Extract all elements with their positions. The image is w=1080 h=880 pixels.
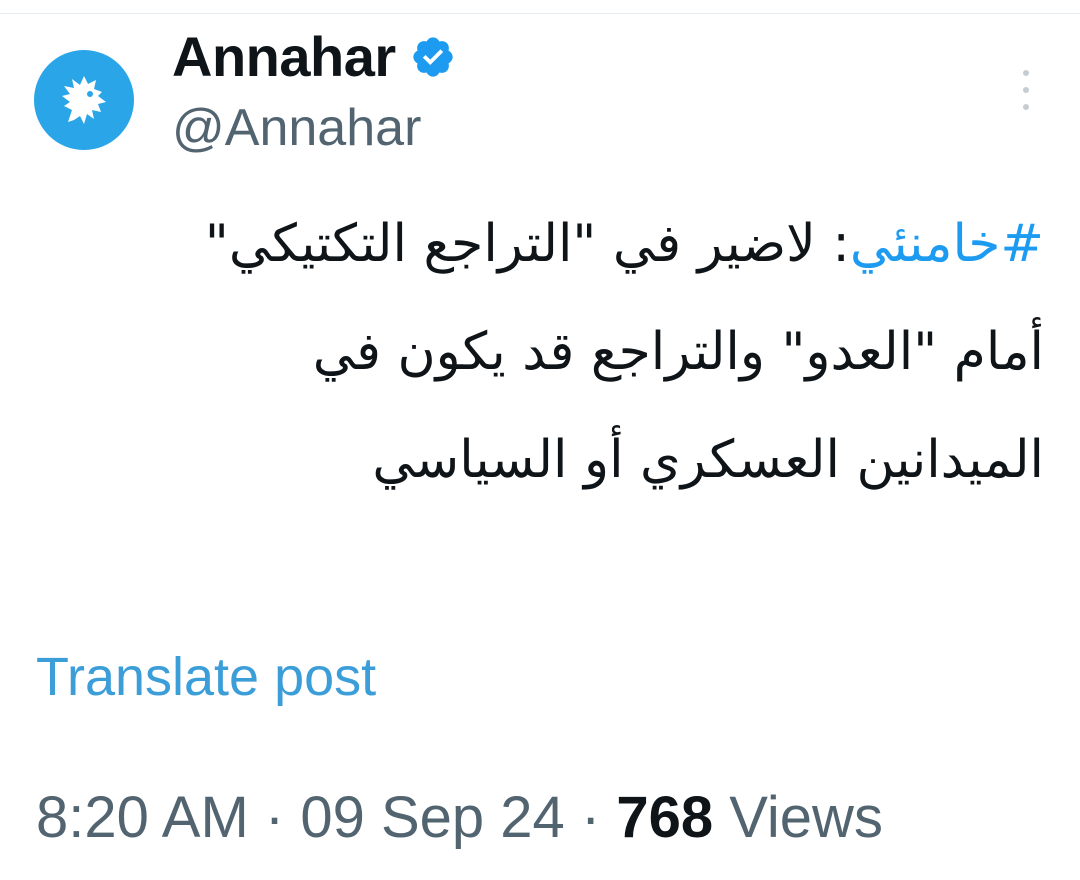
- top-divider: [0, 13, 1080, 14]
- more-vertical-icon: [1023, 104, 1029, 110]
- user-handle[interactable]: @Annahar: [172, 102, 421, 154]
- post-text: #خامنئي: لاضير في "التراجع التكتيكي" أما…: [144, 190, 1044, 514]
- display-name[interactable]: Annahar: [172, 29, 396, 85]
- hashtag-link[interactable]: #خامنئي: [850, 214, 1044, 274]
- meta-separator: ·: [248, 785, 301, 850]
- avatar[interactable]: [34, 50, 134, 150]
- verified-badge-icon: [413, 37, 453, 77]
- post-date[interactable]: 09 Sep 24: [300, 785, 564, 850]
- views-label: Views: [729, 785, 883, 850]
- rooster-logo-icon: [62, 76, 106, 124]
- post-meta: 8:20 AM · 09 Sep 24 · 768 Views: [36, 786, 883, 850]
- views-count: 768: [616, 785, 714, 850]
- translate-post-link[interactable]: Translate post: [36, 647, 376, 707]
- more-vertical-icon: [1023, 70, 1029, 76]
- meta-separator: ·: [564, 785, 617, 850]
- author-name-row: Annahar: [172, 22, 456, 92]
- more-vertical-icon: [1023, 87, 1029, 93]
- post-time[interactable]: 8:20 AM: [36, 785, 249, 850]
- more-options-button[interactable]: [1008, 70, 1044, 110]
